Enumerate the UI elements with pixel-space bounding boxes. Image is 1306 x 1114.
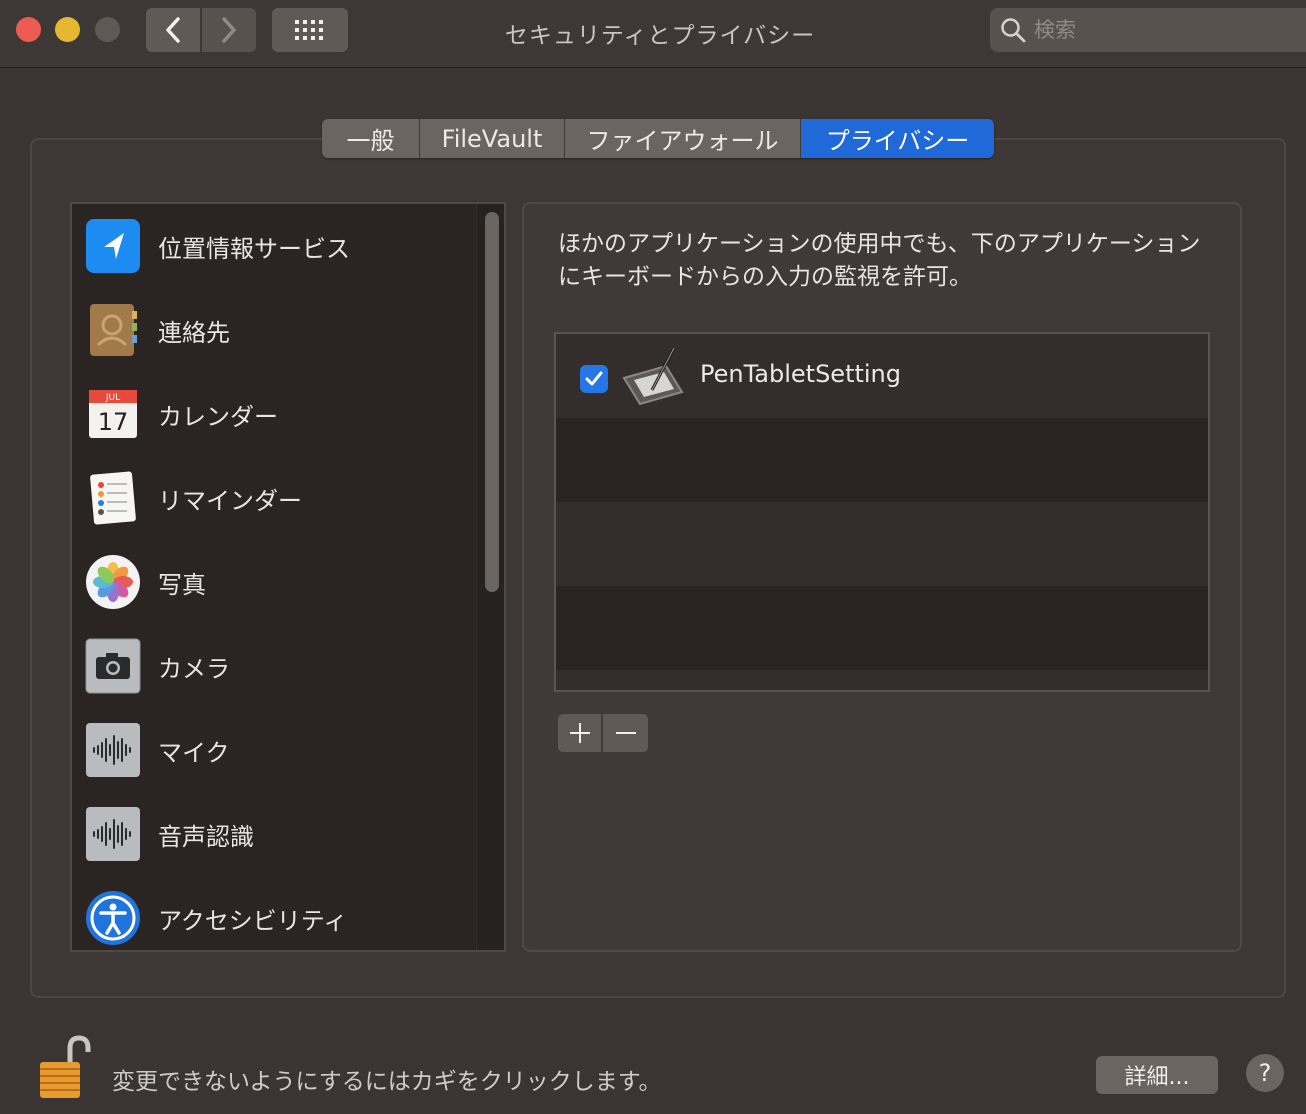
list-scrollbar[interactable] [476,204,504,950]
add-app-button[interactable] [558,714,602,752]
pen-tablet-icon [622,347,684,406]
unlocked-lock-icon[interactable] [30,1032,96,1102]
sidebar-item-label: 音声認識 [158,822,254,851]
sidebar-item-label: カレンダー [158,402,278,431]
show-all-button[interactable] [272,8,348,52]
search-field[interactable] [990,8,1306,52]
microphone-icon [84,721,142,779]
calendar-icon: JUL 17 [84,385,142,443]
app-list: PenTabletSetting [554,332,1210,692]
forward-button[interactable] [202,8,256,52]
sidebar-item-label: 位置情報サービス [158,234,350,263]
scrollbar-thumb[interactable] [485,212,499,592]
accessibility-icon [84,889,142,947]
sidebar-item-accessibility[interactable]: アクセシビリティ [72,876,476,950]
sidebar-item-label: リマインダー [158,486,302,515]
checkmark-icon [585,371,603,386]
tab-privacy[interactable]: プライバシー [801,119,994,158]
sidebar-item-label: 連絡先 [158,318,230,347]
search-input[interactable] [1034,18,1294,42]
title-bar: セキュリティとプライバシー [0,0,1306,68]
search-icon [1001,18,1026,43]
list-item[interactable]: PenTabletSetting [556,334,1208,418]
empty-row [556,670,1208,690]
tab-general[interactable]: 一般 [322,119,420,158]
sidebar-item-microphone[interactable]: マイク [72,708,476,792]
chevron-right-icon [222,17,236,43]
sidebar-item-label: マイク [158,738,230,767]
minimize-window-button[interactable] [55,17,80,42]
sidebar-item-contacts[interactable]: 連絡先 [72,288,476,372]
app-name: PenTabletSetting [700,360,901,388]
sidebar-item-speech-recognition[interactable]: 音声認識 [72,792,476,876]
grid-icon [295,20,323,40]
location-icon [84,217,142,275]
sidebar-item-reminders[interactable]: リマインダー [72,456,476,540]
tab-filevault[interactable]: FileVault [420,119,565,158]
sidebar-item-label: カメラ [158,654,230,683]
tab-bar: 一般 FileVault ファイアウォール プライバシー [322,119,994,158]
back-button[interactable] [146,8,200,52]
photos-icon [84,553,142,611]
speech-recognition-icon [84,805,142,863]
calendar-month: JUL [105,393,120,403]
help-button[interactable]: ? [1246,1054,1284,1092]
permission-description: ほかのアプリケーションの使用中でも、下のアプリケーションにキーボードからの入力の… [558,231,1201,290]
tab-firewall[interactable]: ファイアウォール [565,119,801,158]
close-window-button[interactable] [16,17,41,42]
app-enabled-checkbox[interactable] [580,365,608,393]
empty-row [556,586,1208,670]
advanced-button[interactable]: 詳細... [1096,1056,1218,1094]
sidebar-item-photos[interactable]: 写真 [72,540,476,624]
empty-row [556,502,1208,586]
camera-icon [84,637,142,695]
window-title: セキュリティとプライバシー [504,23,816,49]
chevron-left-icon [166,17,180,43]
calendar-day: 17 [98,408,129,436]
sidebar-item-camera[interactable]: カメラ [72,624,476,708]
sidebar-item-calendar[interactable]: JUL 17 カレンダー [72,372,476,456]
zoom-window-button[interactable] [95,17,120,42]
plus-icon [569,723,590,743]
lock-hint-text: 変更できないようにするにはカギをクリックします。 [112,1069,662,1095]
sidebar-item-label: 写真 [158,570,206,599]
sidebar-item-label: アクセシビリティ [158,906,348,935]
contacts-icon [84,301,142,359]
empty-row [556,418,1208,502]
minus-icon [615,732,636,734]
reminders-icon [84,469,142,527]
remove-app-button[interactable] [603,714,648,752]
sidebar-item-location[interactable]: 位置情報サービス [72,204,476,288]
privacy-category-list: 位置情報サービス 連絡先 JUL 17 カレンダー リマインダー 写真 カメラ … [70,202,506,952]
